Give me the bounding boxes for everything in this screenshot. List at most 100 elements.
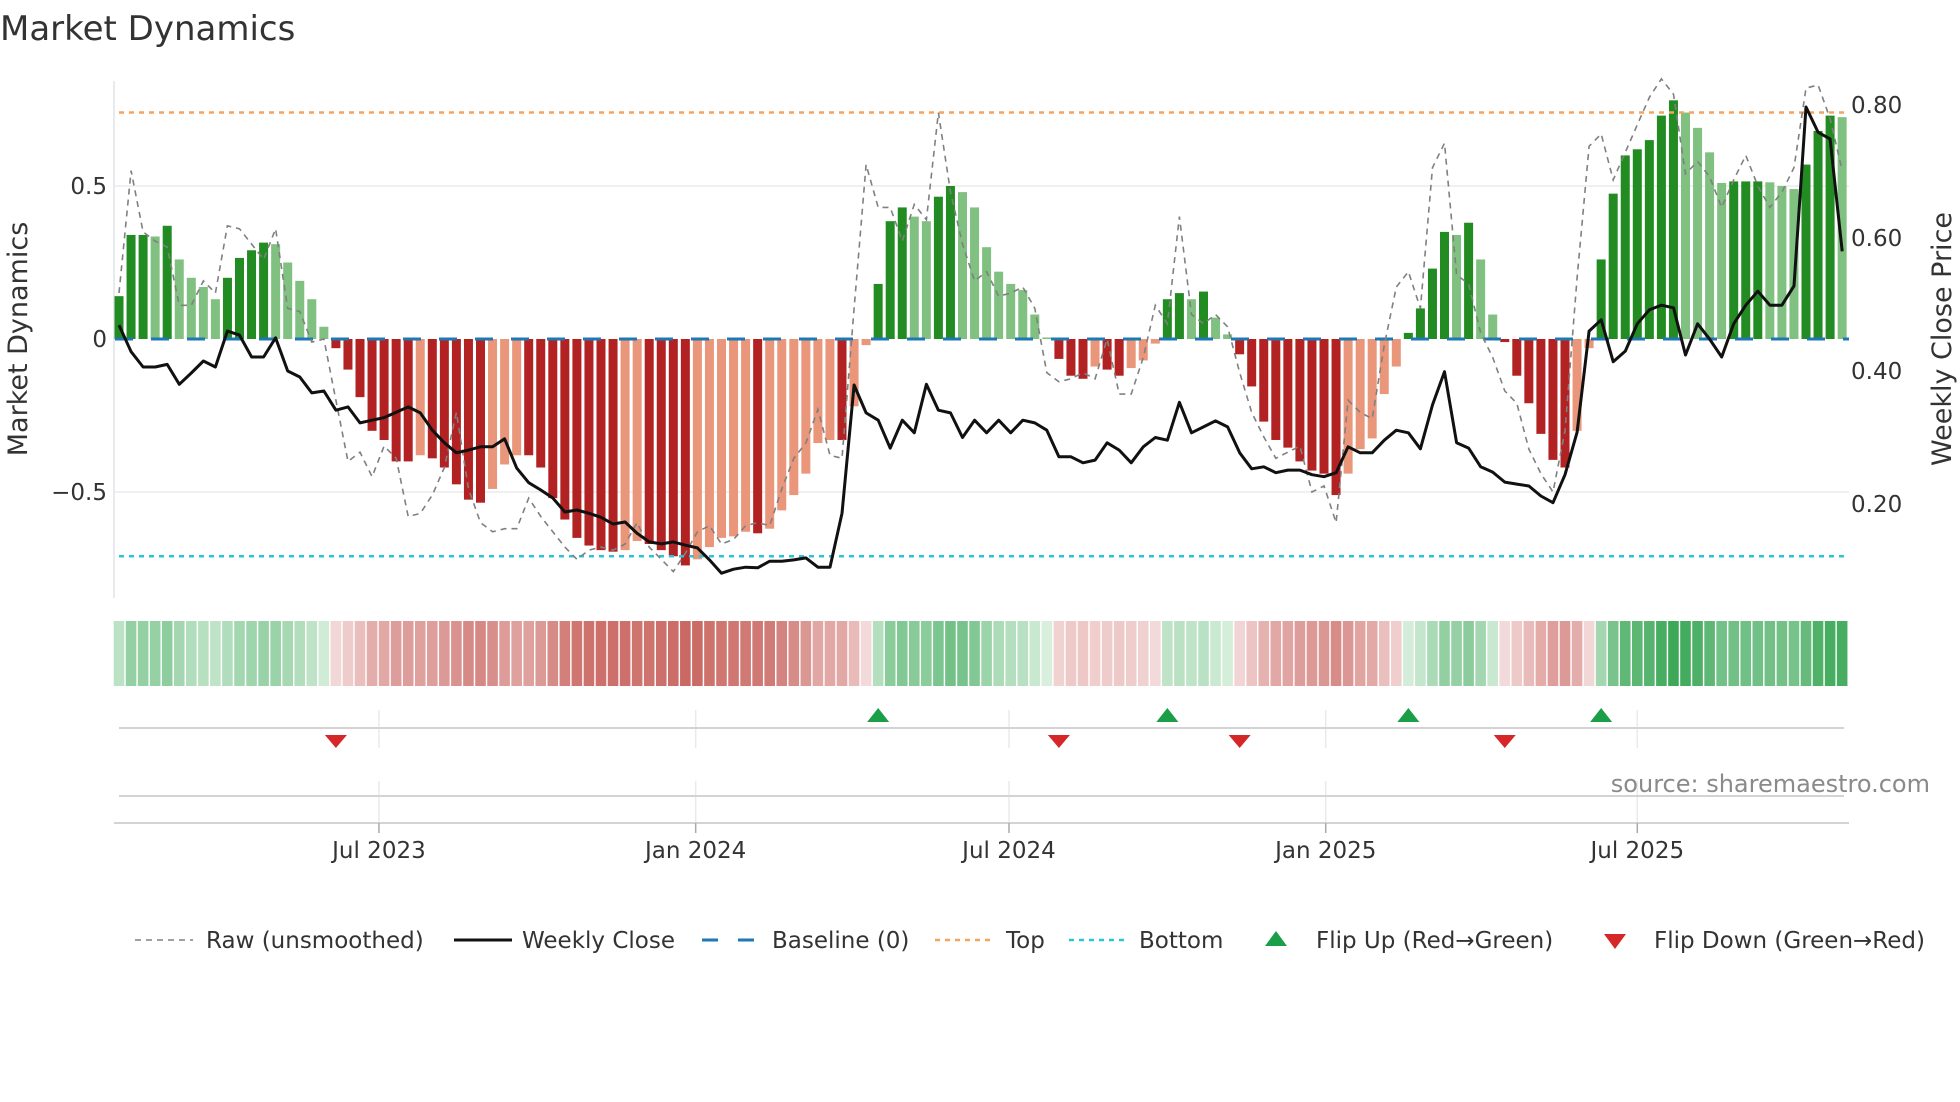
bar-positive: [150, 236, 160, 339]
heatmap-cell: [1041, 621, 1053, 686]
bar-positive: [1741, 181, 1751, 339]
heatmap-cell: [1246, 621, 1257, 686]
bar-positive: [198, 286, 208, 339]
bar-negative: [355, 339, 365, 398]
bar-negative: [488, 339, 498, 489]
heatmap-cell: [1366, 621, 1378, 686]
bar-positive: [1620, 155, 1630, 339]
bar-positive: [1681, 112, 1690, 339]
bar-positive: [994, 271, 1004, 339]
heatmap-cell: [1595, 621, 1607, 686]
bar-negative: [692, 339, 702, 560]
heatmap-cell: [1704, 621, 1715, 686]
heatmap-cell: [896, 621, 908, 686]
bar-positive: [1018, 290, 1028, 339]
heatmap-cell: [1836, 621, 1848, 686]
lines-group: [117, 77, 1844, 575]
heatmap-cell: [1511, 621, 1523, 686]
bar-positive: [1693, 127, 1703, 339]
y2-tick-label: 0.80: [1851, 93, 1902, 119]
x-tick-label: Jul 2024: [960, 838, 1056, 864]
chart-title: Market Dynamics: [0, 9, 295, 49]
bar-positive: [1632, 149, 1642, 339]
bar-positive: [319, 326, 329, 339]
heatmap-cell: [884, 621, 896, 686]
heatmap-cell: [1571, 621, 1583, 686]
heatmap-cell: [1499, 621, 1511, 686]
heatmap-cell: [1330, 621, 1342, 686]
bar-negative: [1126, 339, 1136, 369]
bar-positive: [909, 216, 919, 339]
heatmap-cell: [1824, 621, 1836, 686]
heatmap-cell: [559, 621, 571, 686]
bar-negative: [1114, 339, 1124, 376]
heatmap-cell: [1053, 621, 1065, 686]
heatmap-cell: [1475, 621, 1486, 686]
heatmap-cell: [969, 621, 980, 686]
bar-negative: [415, 339, 425, 456]
heatmap-cell: [595, 621, 607, 686]
heatmap-cell: [668, 621, 679, 686]
flip-up-marker: [1590, 708, 1613, 722]
heatmap-cell: [463, 621, 474, 686]
heatmap-cell: [330, 621, 342, 686]
bar-negative: [644, 339, 654, 545]
bar-negative: [680, 339, 690, 566]
bar-negative: [704, 339, 714, 548]
heatmap-cell: [1740, 621, 1752, 686]
heatmap-cell: [571, 621, 583, 686]
heatmap-cell: [1619, 621, 1631, 686]
bar-positive: [1415, 308, 1425, 339]
bar-positive: [126, 234, 136, 339]
bar-positive: [1186, 299, 1196, 339]
flip-down-marker: [1228, 735, 1251, 748]
bar-negative: [668, 339, 678, 557]
heatmap-cell: [414, 621, 426, 686]
y-tick-label: 0.5: [70, 174, 107, 200]
heatmap-cell: [1487, 621, 1498, 686]
bar-positive: [1608, 193, 1618, 339]
heatmap-cell: [1198, 621, 1209, 686]
bar-negative: [837, 339, 847, 440]
bar-negative: [1536, 339, 1546, 434]
heatmap-cell: [1017, 621, 1029, 686]
heatmap-cell: [1125, 621, 1137, 686]
heatmap-cell: [1137, 621, 1149, 686]
heatmap-cell: [535, 621, 547, 686]
heatmap-cell: [1800, 621, 1812, 686]
bar-negative: [1150, 339, 1160, 344]
bar-negative: [1319, 339, 1329, 474]
bar-positive: [174, 259, 184, 339]
y2-tick-label: 0.60: [1851, 226, 1902, 252]
heatmap-cell: [1234, 621, 1245, 686]
bar-positive: [295, 280, 305, 339]
heatmap-cell: [451, 621, 462, 686]
x-axis: Jul 2023 Jan 2024 Jul 2024 Jan 2025 Jul 2025: [114, 822, 1849, 864]
heatmap-cell: [1680, 621, 1691, 686]
heatmap-cell: [716, 621, 727, 686]
heatmap-cell: [1812, 621, 1824, 686]
heatmap-cell: [487, 621, 498, 686]
x-tick-label: Jul 2023: [330, 838, 426, 864]
heatmap-cell: [186, 621, 197, 686]
bar-negative: [753, 339, 763, 534]
bar-negative: [1247, 339, 1257, 387]
heatmap-cell: [993, 621, 1004, 686]
heatmap-cell: [1174, 621, 1185, 686]
heatmap-cell: [921, 621, 932, 686]
heatmap-cell: [680, 621, 691, 686]
bar-positive: [1488, 314, 1498, 339]
bar-positive: [897, 207, 907, 339]
bar-negative: [451, 339, 461, 485]
heatmap-cell: [1716, 621, 1727, 686]
bar-negative: [717, 339, 726, 538]
heatmap-cell: [161, 621, 173, 686]
heatmap-cell: [173, 621, 185, 686]
bar-positive: [1753, 181, 1763, 339]
y2-axis-label: Weekly Close Price: [1927, 212, 1958, 466]
heatmap-cell: [1559, 621, 1571, 686]
heatmap-cell: [619, 621, 631, 686]
bar-negative: [560, 339, 570, 520]
bar-negative: [403, 339, 413, 462]
bar-positive: [1789, 189, 1799, 339]
